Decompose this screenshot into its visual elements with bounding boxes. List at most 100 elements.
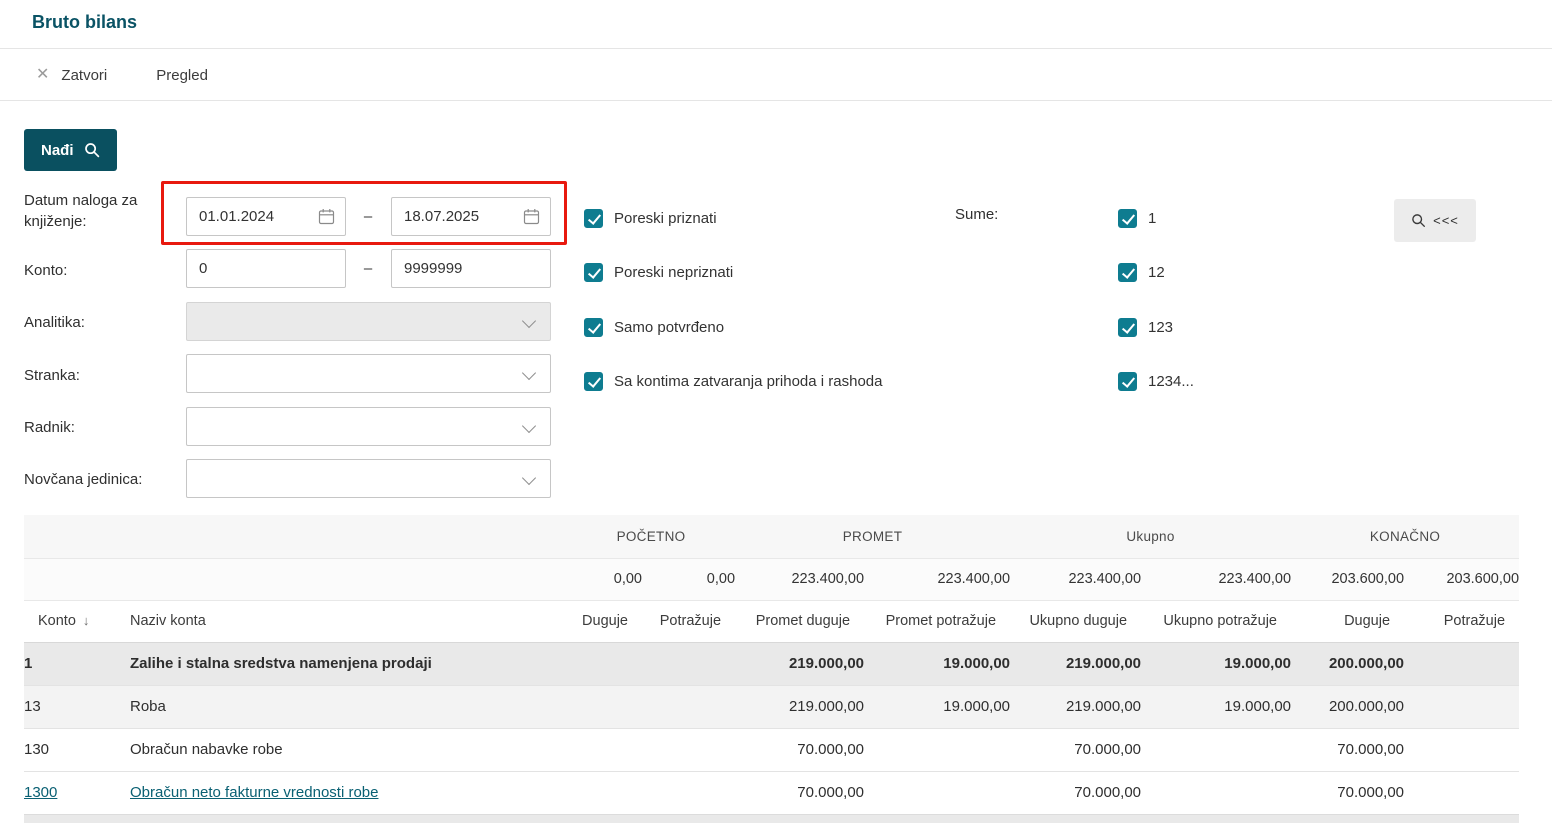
stranka-dropdown[interactable] — [186, 354, 551, 393]
row-konto: 1 — [24, 642, 130, 686]
checkbox-samo-potvrdjeno[interactable]: Samo potvrđeno — [584, 316, 724, 338]
column-header-promet-duguje[interactable]: Promet duguje — [735, 600, 865, 643]
checkbox-sume-1234[interactable]: 1234... — [1118, 370, 1194, 392]
novcana-jedinica-dropdown[interactable] — [186, 459, 551, 498]
radnik-label: Radnik: — [24, 419, 75, 436]
group-spacer — [24, 515, 567, 559]
collapse-search-panel-button[interactable]: <<< — [1394, 199, 1476, 242]
radnik-dropdown[interactable] — [186, 407, 551, 446]
close-icon: ✕ — [36, 66, 50, 83]
sort-descending-icon: ↓ — [82, 613, 90, 628]
cell-pocetno-potrazuje — [642, 685, 736, 729]
cell-pocetno-potrazuje — [642, 728, 736, 772]
table-row: 1300 Obračun neto fakturne vrednosti rob… — [24, 771, 1520, 815]
calendar-icon[interactable] — [318, 208, 335, 225]
row-naziv: Obračun neto fakturne vrednosti robe — [130, 771, 567, 815]
total-konacno-duguje: 203.600,00 — [1291, 558, 1405, 601]
row-naziv: Zalihe i stalna sredstva namenjena proda… — [130, 642, 567, 686]
total-konacno-potrazuje: 203.600,00 — [1404, 558, 1520, 601]
toolbar: ✕ Zatvori Pregled — [0, 50, 1552, 101]
column-header-konto-label: Konto — [38, 613, 76, 629]
checkbox-label: 12 — [1148, 263, 1165, 281]
checkbox-label: Sa kontima zatvaranja prihoda i rashoda — [614, 372, 883, 390]
row-konto: 1300 — [24, 771, 130, 815]
collapse-label: <<< — [1433, 213, 1459, 228]
checkbox-sume-1[interactable]: 1 — [1118, 207, 1156, 229]
close-button[interactable]: ✕ Zatvori — [36, 67, 107, 84]
total-pocetno-potrazuje: 0,00 — [642, 558, 736, 601]
checkbox-icon — [584, 317, 603, 337]
row-konto: 13 — [24, 685, 130, 729]
cell-ukupno-duguje: 219.000,00 — [1010, 685, 1142, 729]
find-button[interactable]: Nađi — [24, 129, 117, 171]
column-header-ukupno-potrazuje[interactable]: Ukupno potražuje — [1141, 600, 1292, 643]
date-range-label: Datum naloga za knjiženje: — [24, 192, 138, 230]
column-header-promet-potrazuje[interactable]: Promet potražuje — [864, 600, 1011, 643]
cell-pocetno-potrazuje — [642, 771, 736, 815]
group-pocetno: POČETNO — [567, 515, 736, 559]
column-header-potrazuje[interactable]: Potražuje — [642, 600, 736, 643]
checkbox-poreski-nepriznati[interactable]: Poreski nepriznati — [584, 261, 733, 283]
column-header-konacno-duguje[interactable]: Duguje — [1291, 600, 1405, 643]
column-header-ukupno-duguje[interactable]: Ukupno duguje — [1010, 600, 1142, 643]
checkbox-label: Poreski nepriznati — [614, 263, 734, 281]
checkbox-icon — [584, 262, 603, 282]
cell-konacno-potrazuje — [1404, 771, 1520, 815]
search-icon — [1412, 214, 1426, 228]
preview-button[interactable]: Pregled — [156, 67, 208, 84]
cell-promet-potrazuje — [864, 728, 1011, 772]
group-ukupno: Ukupno — [1010, 515, 1292, 559]
checkbox-icon — [1118, 208, 1137, 228]
cell-ukupno-potrazuje: 19.000,00 — [1141, 685, 1292, 729]
cell-pocetno-duguje — [567, 728, 642, 772]
checkbox-label: 123 — [1148, 318, 1174, 336]
checkbox-sa-kontima-zatvaranja[interactable]: Sa kontima zatvaranja prihoda i rashoda — [584, 370, 883, 392]
checkbox-icon — [1118, 262, 1137, 282]
checkbox-icon — [584, 371, 603, 391]
table-totals-row: 0,00 0,00 223.400,00 223.400,00 223.400,… — [24, 558, 1520, 601]
column-header-konacno-potrazuje[interactable]: Potražuje — [1404, 600, 1520, 643]
konto-to-input[interactable] — [391, 249, 551, 288]
checkbox-label: Poreski priznati — [614, 209, 717, 227]
analitika-label: Analitika: — [24, 314, 85, 331]
checkbox-label: 1 — [1148, 209, 1157, 227]
total-ukupno-duguje: 223.400,00 — [1010, 558, 1142, 601]
checkbox-icon — [584, 208, 603, 228]
checkbox-poreski-priznati[interactable]: Poreski priznati — [584, 207, 717, 229]
konto-from-input[interactable] — [186, 249, 346, 288]
page-title: Bruto bilans — [32, 12, 138, 32]
cell-ukupno-duguje: 70.000,00 — [1010, 728, 1142, 772]
preview-label: Pregled — [156, 66, 208, 84]
title-bar: Bruto bilans — [0, 0, 1552, 49]
cell-ukupno-duguje: 219.000,00 — [1010, 642, 1142, 686]
search-icon — [84, 143, 99, 158]
stranka-label: Stranka: — [24, 367, 80, 384]
table-row: 13 Roba 219.000,00 19.000,00 219.000,00 … — [24, 685, 1520, 729]
next-row-partial — [24, 814, 1519, 823]
date-range-separator: – — [363, 208, 373, 225]
checkbox-sume-12[interactable]: 12 — [1118, 261, 1165, 283]
cell-promet-potrazuje: 19.000,00 — [864, 642, 1011, 686]
checkbox-sume-123[interactable]: 123 — [1118, 316, 1173, 338]
cell-konacno-duguje: 200.000,00 — [1291, 685, 1405, 729]
calendar-icon[interactable] — [523, 208, 540, 225]
cell-pocetno-duguje — [567, 685, 642, 729]
konto-link[interactable]: 1300 — [24, 784, 57, 801]
cell-promet-potrazuje — [864, 771, 1011, 815]
novcana-jedinica-label: Novčana jedinica: — [24, 471, 143, 488]
cell-konacno-potrazuje — [1404, 642, 1520, 686]
cell-pocetno-potrazuje — [642, 642, 736, 686]
table-row: 130 Obračun nabavke robe 70.000,00 70.00… — [24, 728, 1520, 772]
total-pocetno-duguje: 0,00 — [567, 558, 642, 601]
cell-promet-duguje: 219.000,00 — [735, 685, 865, 729]
naziv-konta-link[interactable]: Obračun neto fakturne vrednosti robe — [130, 784, 378, 801]
row-naziv: Obračun nabavke robe — [130, 728, 567, 772]
column-header-duguje[interactable]: Duguje — [567, 600, 642, 643]
column-header-naziv-konta[interactable]: Naziv konta — [130, 600, 567, 643]
table-column-header-row: Konto ↓ Naziv konta Duguje Potražuje Prom… — [24, 600, 1520, 643]
cell-konacno-duguje: 70.000,00 — [1291, 728, 1405, 772]
table-row: 1 Zalihe i stalna sredstva namenjena pro… — [24, 642, 1520, 686]
column-header-konto[interactable]: Konto ↓ — [24, 600, 130, 643]
cell-konacno-duguje: 200.000,00 — [1291, 642, 1405, 686]
table-group-header-row: POČETNO PROMET Ukupno KONAČNO — [24, 515, 1520, 559]
